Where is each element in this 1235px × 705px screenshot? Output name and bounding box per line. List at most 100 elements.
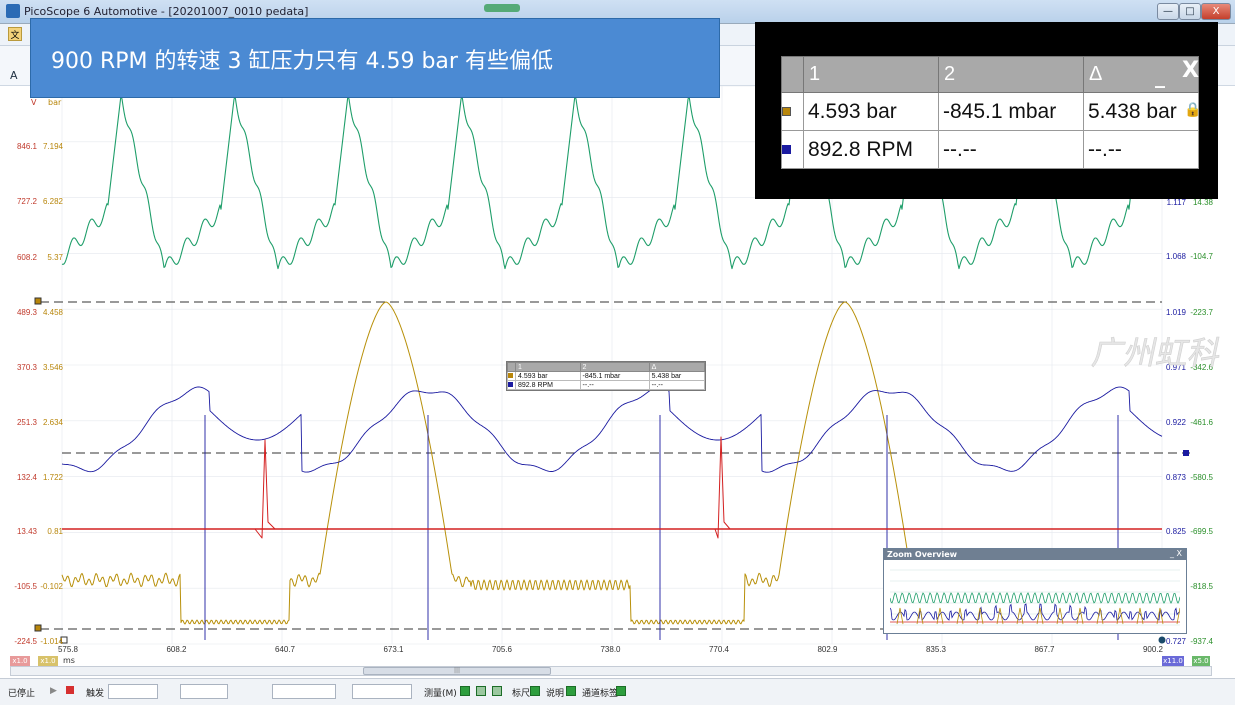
- annotation-banner: 900 RPM 的转速 3 缸压力只有 4.59 bar 有些偏低: [30, 18, 720, 98]
- ruler-handle-upper: [34, 297, 42, 305]
- small-r2-c2: --.--: [579, 380, 650, 390]
- zoom-trace-blue: [890, 603, 1180, 621]
- notes-toggle-icon[interactable]: [566, 686, 576, 697]
- zoom-overview-thumbnail[interactable]: [890, 564, 1180, 630]
- zoom-trace-gold-peak: [1076, 607, 1084, 625]
- y-tick-left-b: 7.194: [42, 142, 63, 151]
- x-tick-label: 900.2: [1142, 645, 1164, 654]
- trigger-channel-select[interactable]: [180, 684, 228, 699]
- y-tick-right-b: -104.7: [1190, 252, 1213, 261]
- trigger-level-field[interactable]: [272, 684, 336, 699]
- swatch-pressure: [508, 372, 513, 378]
- x-tick-label: 575.8: [57, 645, 79, 654]
- x-tick-label: 738.0: [600, 645, 621, 654]
- stop-icon[interactable]: [66, 686, 74, 696]
- x-tick-label: 770.4: [708, 645, 730, 654]
- ruler-handle-lower: [34, 624, 42, 632]
- y-tick-right-a: 1.117: [1166, 198, 1186, 207]
- readout-minimize-icon[interactable]: _: [1155, 64, 1165, 88]
- big-header-1: 1: [803, 56, 939, 93]
- big-r1-c3: 5.438 bar: [1083, 92, 1199, 131]
- big-swatch-cell: [781, 92, 804, 131]
- watermark-logo: 广州虹科: [1090, 334, 1225, 372]
- y-tick-right-b: -461.6: [1190, 418, 1213, 427]
- scale-chip-left1[interactable]: x1.0: [10, 656, 30, 666]
- small-header-2: 2: [579, 362, 650, 372]
- scale-chip-right2[interactable]: x5.0: [1192, 656, 1210, 666]
- swatch-rpm: [508, 381, 513, 387]
- edit-measure-icon[interactable]: [476, 686, 486, 697]
- y-tick-right-a: 1.019: [1165, 308, 1186, 317]
- y-tick-left-b: 4.458: [42, 308, 63, 317]
- small-header-delta: Δ: [648, 362, 706, 372]
- small-r2-c1: 892.8 RPM: [515, 380, 581, 390]
- y-tick-left-a: 132.4: [16, 473, 37, 482]
- y-tick-left-a: 251.3: [16, 418, 37, 427]
- readout-close-icon[interactable]: X: [1182, 58, 1199, 83]
- add-measure-icon[interactable]: [460, 686, 470, 697]
- stopped-label: 已停止: [8, 689, 36, 699]
- y-tick-left-b: 5.37: [47, 253, 63, 262]
- ruler-toggle-icon[interactable]: [530, 686, 540, 697]
- status-bar: 已停止 ▶ 触发 测量(M) 标尺 说明 通道标签: [0, 678, 1235, 705]
- run-icon[interactable]: ▶: [50, 686, 57, 696]
- x-tick-label: 705.6: [491, 645, 513, 654]
- scrollbar-grip-icon: |||: [454, 667, 461, 674]
- ruler-handle-rpm: [1183, 450, 1189, 456]
- y-tick-left-a: 608.2: [16, 253, 37, 262]
- y-tick-right-b: -818.5: [1190, 582, 1213, 591]
- y-tick-left-b: 0.81: [47, 527, 63, 536]
- channel-labels-label: 通道标签: [582, 689, 619, 699]
- y-tick-right-b: -580.5: [1190, 473, 1213, 482]
- big-r1-c1: 4.593 bar: [803, 92, 939, 131]
- scale-chip-right1[interactable]: x11.0: [1162, 656, 1184, 666]
- y-tick-left-b: 2.634: [42, 418, 63, 427]
- watermark-text: 广州虹科: [1090, 334, 1225, 372]
- lock-icon[interactable]: 🔒: [1184, 102, 1201, 118]
- small-r1-c3: 5.438 bar: [648, 371, 706, 381]
- channel-labels-toggle-icon[interactable]: [616, 686, 626, 697]
- zoom-overview-panel[interactable]: Zoom Overview _ X: [883, 548, 1187, 634]
- delete-measure-icon[interactable]: [492, 686, 502, 697]
- small-r1-c2: -845.1 mbar: [579, 371, 650, 381]
- small-header-1: 1: [515, 362, 581, 372]
- ruler-readout-table: 1 2 Δ 4.593 bar -845.1 mbar 5.438 bar 89…: [781, 56, 1199, 169]
- y-tick-right-a: 0.825: [1165, 527, 1186, 536]
- horizontal-scrollbar[interactable]: |||: [10, 666, 1212, 676]
- zoom-trace-gold-peak: [1016, 607, 1024, 625]
- y-tick-left-a: -224.5: [14, 637, 37, 646]
- ruler-readout-small[interactable]: 1 2 Δ 4.593 bar -845.1 mbar 5.438 bar 89…: [506, 361, 706, 391]
- small-swatch-cell: [507, 371, 516, 381]
- trigger-mode-select[interactable]: [108, 684, 158, 699]
- unit-label-v: V: [31, 98, 37, 107]
- ruler-label: 标尺: [512, 689, 531, 699]
- trace-red-glitch: [714, 436, 731, 539]
- big-header-2: 2: [937, 56, 1085, 93]
- small-swatch-cell: [507, 380, 516, 390]
- big-r2-c1: 892.8 RPM: [803, 130, 939, 169]
- x-tick-label: 802.9: [817, 645, 838, 654]
- y-tick-left-a: 370.3: [16, 363, 37, 372]
- notes-label: 说明: [546, 689, 565, 699]
- small-r1-c1: 4.593 bar: [515, 371, 581, 381]
- y-tick-left-b: -0.102: [40, 582, 63, 591]
- small-corner: [507, 362, 516, 372]
- x-tick-label: 608.2: [166, 645, 187, 654]
- y-tick-right-a: 1.068: [1165, 252, 1186, 261]
- trigger-label: 触发: [86, 689, 105, 699]
- y-tick-left-a: 727.2: [16, 197, 37, 206]
- y-tick-left-a: -105.5: [14, 582, 37, 591]
- trace-red-glitch: [254, 439, 276, 539]
- scale-chip-left2[interactable]: x1.0: [38, 656, 58, 666]
- y-tick-left-b: 3.546: [42, 363, 63, 372]
- measure-button[interactable]: 测量(M): [424, 686, 457, 699]
- zoom-trace-gold-peak: [896, 607, 904, 625]
- y-tick-right-b: -937.4: [1190, 637, 1213, 646]
- trigger-time-field[interactable]: [352, 684, 412, 699]
- swatch-rpm: [782, 144, 791, 154]
- y-tick-right-b: 14.38: [1192, 198, 1213, 207]
- y-tick-right-b: -699.5: [1190, 527, 1213, 536]
- zoom-overview-controls[interactable]: _ X: [1170, 549, 1182, 558]
- x-tick-label: 835.3: [925, 645, 947, 654]
- x-tick-label: 673.1: [383, 645, 404, 654]
